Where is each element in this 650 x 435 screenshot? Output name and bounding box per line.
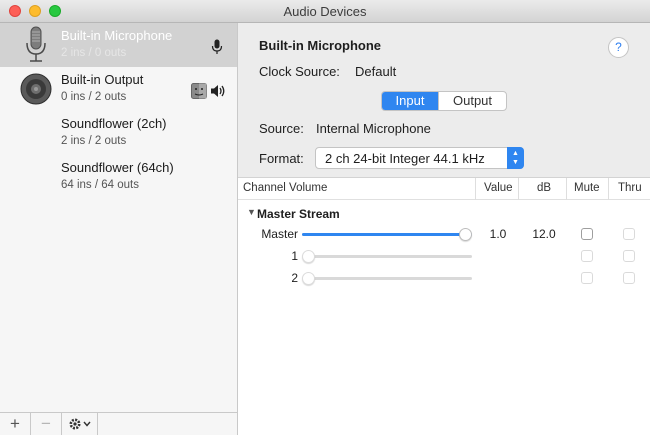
column-header-value[interactable]: Value xyxy=(484,182,513,194)
channel-label: Master xyxy=(261,227,298,241)
device-io: 0 ins / 2 outs xyxy=(61,91,127,103)
output-speaker-icon xyxy=(211,85,225,97)
channel-label: 2 xyxy=(291,271,298,285)
volume-slider[interactable] xyxy=(302,228,472,241)
device-list: Built-in Microphone 2 ins / 0 outs Built… xyxy=(0,23,238,412)
microphone-icon xyxy=(26,26,46,62)
device-name: Soundflower (64ch) xyxy=(61,160,174,175)
channel-row-master: Master 1.0 12.0 xyxy=(238,224,650,246)
device-item-built-in-microphone[interactable]: Built-in Microphone 2 ins / 0 outs xyxy=(0,23,237,67)
mute-checkbox[interactable] xyxy=(581,250,593,262)
volume-slider[interactable] xyxy=(302,250,472,263)
speaker-icon xyxy=(20,73,52,105)
thru-checkbox[interactable] xyxy=(623,250,635,262)
device-item-built-in-output[interactable]: Built-in Output 0 ins / 2 outs xyxy=(0,67,237,111)
column-header-db[interactable]: dB xyxy=(537,182,551,194)
channel-value: 1.0 xyxy=(489,227,507,241)
mute-checkbox[interactable] xyxy=(581,228,593,240)
volume-slider[interactable] xyxy=(302,272,472,285)
stream-label: Master Stream xyxy=(257,207,340,221)
device-name: Soundflower (2ch) xyxy=(61,116,167,131)
format-value: 2 ch 24-bit Integer 44.1 kHz xyxy=(325,151,485,166)
channel-db: 12.0 xyxy=(532,227,556,241)
table-header: Channel Volume Value dB Mute Thru xyxy=(238,178,650,200)
column-header-mute[interactable]: Mute xyxy=(574,182,600,194)
slider-knob[interactable] xyxy=(302,250,315,263)
device-name: Built-in Output xyxy=(61,72,144,87)
mute-checkbox[interactable] xyxy=(581,272,593,284)
device-io: 2 ins / 2 outs xyxy=(61,135,127,147)
title-bar: Audio Devices xyxy=(0,0,650,23)
device-io: 2 ins / 0 outs xyxy=(61,47,127,59)
input-microphone-icon xyxy=(211,39,223,54)
remove-device-button[interactable]: − xyxy=(31,413,62,435)
audio-devices-window: Audio Devices Built-in Microphone 2 ins … xyxy=(0,0,650,435)
thru-checkbox[interactable] xyxy=(623,228,635,240)
column-header-channel-volume[interactable]: Channel Volume xyxy=(243,182,327,194)
device-detail-panel: Built-in Microphone ? Clock Source: Defa… xyxy=(238,23,650,435)
device-item-soundflower-2ch[interactable]: Soundflower (2ch) 2 ins / 2 outs xyxy=(0,111,237,155)
device-title: Built-in Microphone xyxy=(259,38,382,53)
thru-checkbox[interactable] xyxy=(623,272,635,284)
source-value: Internal Microphone xyxy=(316,121,431,136)
source-label: Source: xyxy=(259,121,304,136)
slider-knob[interactable] xyxy=(302,272,315,285)
add-device-button[interactable]: + xyxy=(0,413,31,435)
select-chevron-icon: ▲ ▼ xyxy=(507,147,524,169)
channel-volume-table: Channel Volume Value dB Mute Thru ▼ Mast… xyxy=(238,177,650,435)
action-menu-button[interactable] xyxy=(62,413,98,435)
device-io: 64 ins / 64 outs xyxy=(61,179,139,191)
clock-source-value[interactable]: Default xyxy=(355,64,396,79)
format-label: Format: xyxy=(259,151,304,166)
help-button[interactable]: ? xyxy=(608,37,629,58)
device-item-soundflower-64ch[interactable]: Soundflower (64ch) 64 ins / 64 outs xyxy=(0,155,237,199)
device-name: Built-in Microphone xyxy=(61,28,173,43)
channel-label: 1 xyxy=(291,249,298,263)
clock-source-label: Clock Source: xyxy=(259,64,340,79)
slider-knob[interactable] xyxy=(459,228,472,241)
finder-icon xyxy=(191,83,207,99)
tab-output[interactable]: Output xyxy=(438,92,506,110)
column-header-thru[interactable]: Thru xyxy=(618,182,642,194)
channel-row-2: 2 xyxy=(238,268,650,290)
input-output-segmented-control: Input Output xyxy=(381,91,507,111)
format-select[interactable]: 2 ch 24-bit Integer 44.1 kHz ▲ ▼ xyxy=(315,147,524,169)
window-title: Audio Devices xyxy=(283,4,367,19)
gear-icon xyxy=(69,418,91,430)
disclosure-triangle-icon[interactable]: ▼ xyxy=(247,207,256,217)
sidebar-toolbar: + − xyxy=(0,412,238,435)
master-stream-row[interactable]: ▼ Master Stream xyxy=(238,205,650,223)
tab-input[interactable]: Input xyxy=(382,92,438,110)
channel-row-1: 1 xyxy=(238,246,650,268)
